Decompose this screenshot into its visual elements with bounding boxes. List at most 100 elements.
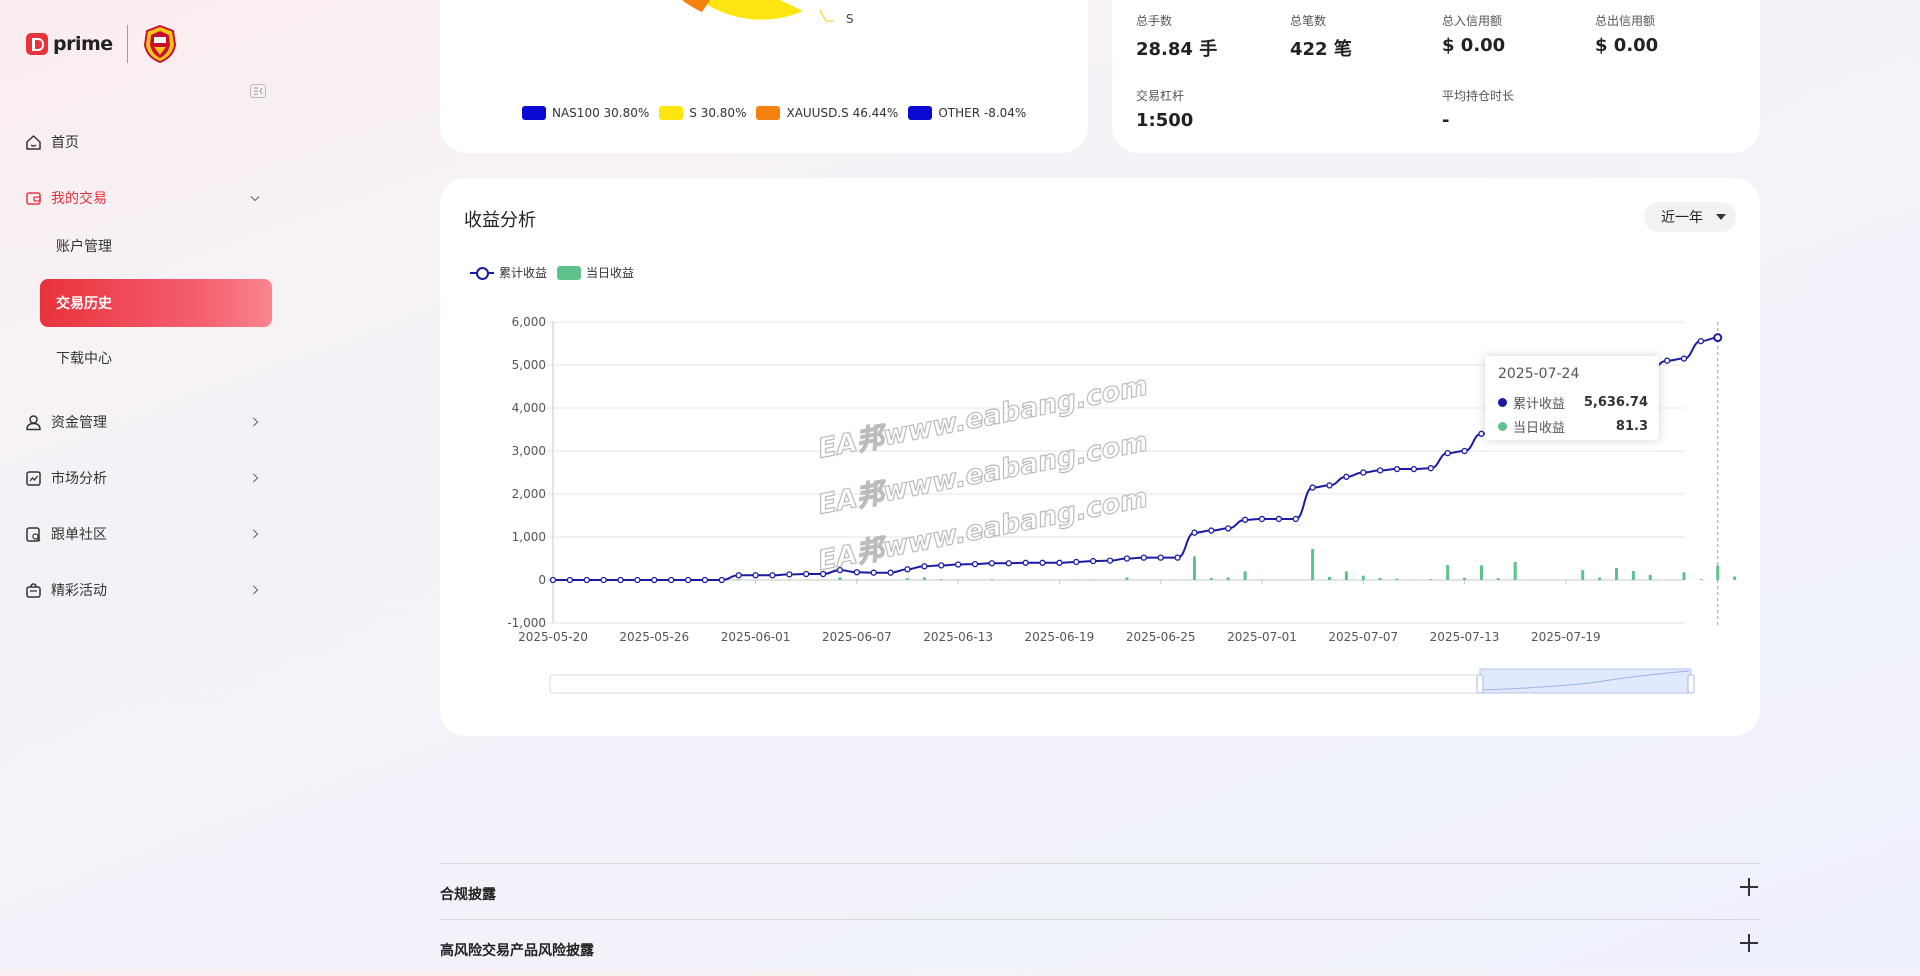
cumulative-point <box>584 578 589 583</box>
tooltip-label: 当日收益 <box>1513 417 1565 436</box>
cumulative-point <box>1665 358 1670 363</box>
user-money-icon <box>25 414 42 431</box>
datazoom-slider[interactable] <box>550 669 1694 693</box>
daily-bar <box>1345 571 1348 580</box>
datazoom-handle-left[interactable] <box>1477 675 1483 693</box>
collapse-sidebar-icon[interactable] <box>250 84 266 98</box>
pie-slice-label: S <box>846 12 854 26</box>
cumulative-point <box>686 578 691 583</box>
subitem-label: 账户管理 <box>56 236 112 256</box>
daily-bar <box>1210 578 1213 580</box>
brand-logo[interactable]: prime <box>26 26 178 62</box>
x-tick-label: 2025-05-26 <box>619 630 689 644</box>
daily-bar <box>1649 575 1652 580</box>
pie-slice-s[interactable] <box>700 0 803 20</box>
expand-plus-icon[interactable] <box>1740 934 1758 952</box>
cumulative-point <box>635 578 640 583</box>
daily-bar <box>1362 576 1365 580</box>
datazoom-window[interactable] <box>1480 669 1691 693</box>
expand-plus-icon[interactable] <box>1740 878 1758 896</box>
tooltip-value: 5,636.74 <box>1584 395 1648 410</box>
chevron-right-icon <box>250 473 260 483</box>
profit-analysis-card: 收益分析 近一年 累计收益 当日收益 -1,00001,0002,0003,00… <box>440 178 1760 736</box>
subitem-label: 下载中心 <box>56 348 112 368</box>
daily-bar <box>1193 556 1196 580</box>
chevron-right-icon <box>250 585 260 595</box>
pie-legend-item[interactable]: OTHER -8.04% <box>908 106 1026 120</box>
stat-value: - <box>1442 110 1514 131</box>
cumulative-point <box>888 570 893 575</box>
daily-bar <box>990 579 993 580</box>
series-dot <box>1498 422 1507 431</box>
cumulative-point <box>1108 558 1113 563</box>
cumulative-point <box>1327 483 1332 488</box>
daily-bar <box>1446 565 1449 580</box>
pie-legend-item[interactable]: S 30.80% <box>659 106 746 120</box>
cumulative-point <box>1293 516 1298 521</box>
cumulative-point <box>1091 559 1096 564</box>
stat-label: 平均持仓时长 <box>1442 87 1514 104</box>
profit-chart[interactable]: -1,00001,0002,0003,0004,0005,0006,000202… <box>440 178 1760 736</box>
tooltip-date: 2025-07-24 <box>1498 366 1579 382</box>
cumulative-point <box>669 578 674 583</box>
daily-bar <box>1463 578 1466 580</box>
prime-logo-icon <box>26 33 48 55</box>
home-icon <box>25 134 42 151</box>
nav-item-events[interactable]: 精彩活动 <box>0 570 290 610</box>
nav-item-market-analysis[interactable]: 市场分析 <box>0 458 290 498</box>
legend-swatch <box>659 106 683 120</box>
stat-value: $ 0.00 <box>1442 35 1505 56</box>
daily-bar <box>1125 577 1128 580</box>
sidebar-subitem-account[interactable]: 账户管理 <box>40 222 272 270</box>
cumulative-point <box>1276 516 1281 521</box>
cumulative-point <box>1378 468 1383 473</box>
disclosure-label: 高风险交易产品风险披露 <box>440 940 594 960</box>
datazoom-handle-right[interactable] <box>1688 675 1694 693</box>
stat-total-trades: 总笔数 422 笔 <box>1290 12 1352 61</box>
cumulative-point <box>1006 561 1011 566</box>
cumulative-point <box>1259 516 1264 521</box>
cumulative-point <box>1023 560 1028 565</box>
nav-item-funds[interactable]: 资金管理 <box>0 402 290 442</box>
series-dot <box>1498 398 1507 407</box>
daily-bar <box>1244 571 1247 580</box>
chevron-down-icon <box>250 193 260 203</box>
disclosure-risk[interactable]: 高风险交易产品风险披露 <box>440 919 1760 976</box>
tooltip-label: 累计收益 <box>1513 393 1565 412</box>
pie-legend-item[interactable]: NAS100 30.80% <box>522 106 649 120</box>
axis-labels: -1,00001,0002,0003,0004,0005,0006,000202… <box>507 315 1600 644</box>
pie-legend: NAS100 30.80% S 30.80% XAUUSD.S 46.44% O… <box>522 106 1036 120</box>
stat-value: 28.84 手 <box>1136 35 1217 61</box>
pie-slice-xauusd[interactable] <box>682 0 710 12</box>
account-stats-card: 总手数 28.84 手 总笔数 422 笔 总入信用额 $ 0.00 总出信用额… <box>1112 0 1760 153</box>
stat-leverage: 交易杠杆 1:500 <box>1136 87 1193 131</box>
y-tick-label: 1,000 <box>512 530 546 544</box>
legend-label: NAS100 30.80% <box>552 106 649 120</box>
nav-item-copy-community[interactable]: 跟单社区 <box>0 514 290 554</box>
nav-item-home[interactable]: 首页 <box>0 122 290 162</box>
stat-label: 总出信用额 <box>1595 12 1658 29</box>
sidebar-subitem-downloads[interactable]: 下载中心 <box>40 334 272 382</box>
daily-bar <box>737 579 740 580</box>
stat-value: 1:500 <box>1136 110 1193 131</box>
pie-legend-item[interactable]: XAUUSD.S 46.44% <box>756 106 898 120</box>
x-tick-label: 2025-06-25 <box>1126 630 1196 644</box>
gift-bag-icon <box>25 582 42 599</box>
nav-item-my-trading[interactable]: 我的交易 <box>0 178 290 218</box>
y-tick-label: -1,000 <box>507 616 546 630</box>
chart-tooltip: 2025-07-24 累计收益 5,636.74 当日收益 81.3 <box>1485 356 1659 440</box>
cumulative-point <box>1057 560 1062 565</box>
cumulative-point <box>1682 356 1687 361</box>
sidebar-subitem-trade-history[interactable]: 交易历史 <box>40 279 272 327</box>
y-tick-label: 6,000 <box>512 315 546 329</box>
chevron-right-icon <box>250 529 260 539</box>
cumulative-point <box>618 578 623 583</box>
y-tick-label: 0 <box>538 573 546 587</box>
daily-bar <box>1311 549 1314 580</box>
legend-label: OTHER -8.04% <box>938 106 1026 120</box>
disclosure-compliance[interactable]: 合规披露 <box>440 863 1760 920</box>
x-tick-label: 2025-06-13 <box>923 630 993 644</box>
cumulative-point <box>804 571 809 576</box>
daily-bar <box>1328 577 1331 580</box>
cumulative-point <box>973 562 978 567</box>
